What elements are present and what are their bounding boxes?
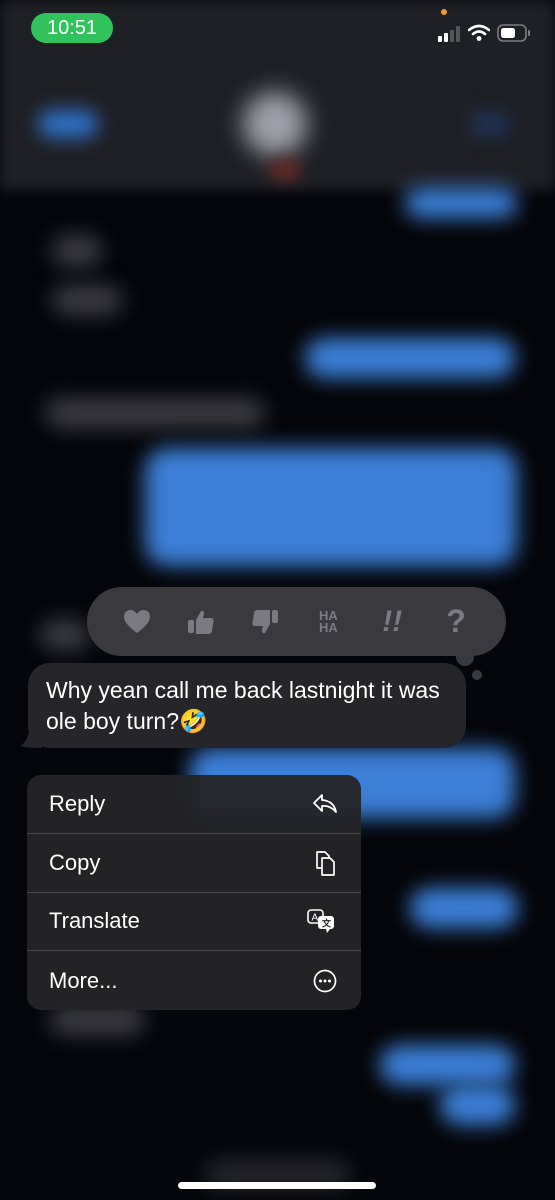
blurred-received-message: [40, 620, 90, 650]
cellular-signal-icon: [438, 26, 460, 42]
blurred-sent-message: [410, 888, 518, 928]
blurred-back-button: [38, 110, 98, 138]
menu-item-copy[interactable]: Copy: [27, 834, 361, 893]
menu-item-translate[interactable]: Translate A 文: [27, 893, 361, 952]
status-bar: 10:51: [0, 0, 555, 56]
blurred-received-message: [45, 398, 265, 428]
menu-item-label: Reply: [49, 790, 106, 816]
blurred-sent-message: [405, 188, 517, 218]
blurred-sent-message: [145, 448, 517, 566]
privacy-indicator-dot: [441, 9, 447, 15]
svg-text:A: A: [312, 913, 319, 924]
home-indicator[interactable]: [178, 1182, 376, 1189]
haha-icon: HA HA: [319, 607, 338, 635]
thumbs-down-icon: [251, 609, 278, 633]
tapback-emphasize-button[interactable]: !!: [372, 602, 412, 642]
blurred-video-button: [470, 112, 510, 136]
svg-text:文: 文: [321, 918, 332, 929]
battery-icon: [497, 24, 530, 42]
message-text: Why yean call me back lastnight it was o…: [46, 677, 440, 734]
time-label: 10:51: [46, 16, 98, 39]
blurred-contact-avatar: [243, 92, 307, 156]
wifi-icon: [468, 24, 490, 41]
thumbs-up-icon: [187, 610, 214, 634]
heart-icon: [123, 609, 150, 633]
tapback-bubble-tail-dot: [472, 670, 482, 680]
received-message-bubble[interactable]: Why yean call me back lastnight it was o…: [28, 663, 466, 748]
blurred-received-message: [52, 285, 122, 315]
double-exclamation-icon: !!: [382, 604, 403, 638]
menu-item-more[interactable]: More...: [27, 951, 361, 1010]
menu-item-label: Translate: [49, 908, 140, 934]
menu-item-label: More...: [49, 967, 118, 993]
tapback-thumbs-up-button[interactable]: [181, 602, 221, 642]
tapback-bubble-tail: [456, 648, 474, 666]
question-mark-icon: ?: [446, 603, 466, 639]
tapback-reactions-bar: HA HA !! ?: [87, 587, 506, 656]
blurred-sent-message: [380, 1045, 515, 1085]
message-context-menu: Reply Copy Translate A 文 More...: [27, 775, 361, 1010]
copy-documents-icon: [316, 850, 335, 876]
tapback-haha-button[interactable]: HA HA: [308, 602, 348, 642]
reply-arrow-icon: [313, 793, 337, 813]
menu-item-reply[interactable]: Reply: [27, 775, 361, 834]
blurred-sent-message: [440, 1085, 515, 1125]
tapback-thumbs-down-button[interactable]: [245, 602, 285, 642]
translate-bubbles-icon: A 文: [307, 909, 334, 934]
blurred-sent-message: [305, 338, 515, 378]
blurred-contact-name: [270, 160, 300, 180]
more-ellipsis-circle-icon: [313, 969, 337, 992]
menu-item-label: Copy: [49, 849, 101, 875]
status-time[interactable]: 10:51: [31, 13, 113, 43]
blurred-received-message: [52, 235, 102, 267]
tapback-heart-button[interactable]: [117, 602, 157, 642]
tapback-question-button[interactable]: ?: [436, 602, 476, 642]
